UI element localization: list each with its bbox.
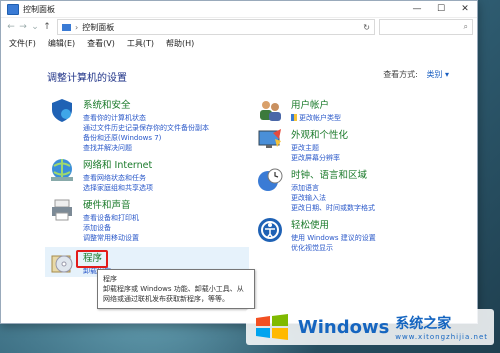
control-panel-small-icon	[62, 23, 71, 31]
category-system-security: 系统和安全 查看你的计算机状态 通过文件历史记录保存你的文件备份副本 备份和还原…	[49, 97, 209, 153]
link-view-computer-status[interactable]: 查看你的计算机状态	[83, 113, 209, 123]
watermark-url: www.xitongzhijia.net	[395, 333, 488, 341]
link-devices-printers[interactable]: 查看设备和打印机	[83, 213, 139, 223]
watermark-badge: Windows 系统之家 www.xitongzhijia.net	[245, 309, 494, 345]
link-file-history[interactable]: 通过文件历史记录保存你的文件备份副本	[83, 123, 209, 133]
category-title[interactable]: 用户帐户	[291, 97, 341, 111]
menu-bar: 文件(F) 编辑(E) 查看(V) 工具(T) 帮助(H)	[1, 36, 477, 50]
printer-icon	[52, 199, 72, 221]
close-button[interactable]: ✕	[453, 1, 477, 17]
link-troubleshoot[interactable]: 查找并解决问题	[83, 143, 209, 153]
link-backup-restore[interactable]: 备份和还原(Windows 7)	[83, 133, 209, 143]
control-panel-icon	[7, 3, 19, 15]
programs-tooltip: 程序 卸载程序或 Windows 功能、卸载小工具、从网络或通过联机发布获取新程…	[97, 269, 255, 309]
link-change-account-type[interactable]: 更改帐户类型	[291, 113, 341, 123]
menu-file[interactable]: 文件(F)	[9, 38, 36, 49]
view-by-control: 查看方式: 类别 ▾	[383, 69, 449, 80]
link-mobility-settings[interactable]: 调整常用移动设置	[83, 233, 139, 243]
link-change-theme[interactable]: 更改主题	[291, 143, 348, 153]
shield-icon	[52, 99, 72, 122]
programs-disc-icon	[51, 255, 73, 273]
tooltip-body: 卸载程序或 Windows 功能、卸载小工具、从网络或通过联机发布获取新程序，等…	[103, 285, 244, 303]
tooltip-title: 程序	[103, 275, 117, 283]
search-icon[interactable]: ⌕	[464, 22, 468, 32]
link-add-device[interactable]: 添加设备	[83, 223, 139, 233]
watermark-site-name: 系统之家	[395, 316, 452, 332]
refresh-icon[interactable]: ↻	[363, 23, 370, 32]
address-bar: ← → ⌄ ↑ › 控制面板 ↻ ⌕	[1, 17, 477, 36]
address-field[interactable]: › 控制面板 ↻	[57, 19, 375, 35]
title-bar: 控制面板 — ☐ ✕	[1, 1, 477, 17]
category-network-internet: 网络和 Internet 查看网络状态和任务 选择家庭组和共享选项	[49, 157, 153, 193]
control-panel-window: 控制面板 — ☐ ✕ ← → ⌄ ↑ › 控制面板 ↻ ⌕ 文件(F) 编辑(E…	[0, 0, 478, 324]
breadcrumb-separator-icon: ›	[75, 22, 79, 32]
category-appearance: 外观和个性化 更改主题 更改屏幕分辨率	[257, 127, 348, 163]
control-panel-content: 调整计算机的设置 查看方式: 类别 ▾ 系统和安全 查看你的计算机状态 通过文件…	[1, 51, 477, 323]
category-ease-of-access: 轻松使用 使用 Windows 建议的设置 优化视觉显示	[257, 217, 376, 253]
breadcrumb-control-panel[interactable]: 控制面板	[82, 22, 114, 33]
window-title: 控制面板	[23, 4, 55, 14]
menu-edit[interactable]: 编辑(E)	[48, 38, 75, 49]
page-title: 调整计算机的设置	[47, 73, 127, 84]
menu-view[interactable]: 查看(V)	[87, 38, 115, 49]
view-by-dropdown[interactable]: 类别 ▾	[426, 70, 449, 79]
watermark-windows-text: Windows	[297, 316, 390, 338]
link-screen-resolution[interactable]: 更改屏幕分辨率	[291, 153, 348, 163]
category-user-accounts: 用户帐户 更改帐户类型	[257, 97, 341, 123]
clock-globe-icon	[258, 168, 283, 191]
recent-locations-chevron-icon[interactable]: ⌄	[29, 22, 41, 32]
view-by-label: 查看方式:	[383, 70, 418, 79]
category-title[interactable]: 时钟、语言和区域	[291, 167, 375, 181]
up-arrow-icon[interactable]: ↑	[41, 22, 53, 32]
ease-of-access-icon	[258, 218, 282, 242]
menu-tools[interactable]: 工具(T)	[127, 38, 154, 49]
link-network-status[interactable]: 查看网络状态和任务	[83, 173, 153, 183]
link-add-language[interactable]: 添加语言	[291, 183, 375, 193]
category-hardware-sound: 硬件和声音 查看设备和打印机 添加设备 调整常用移动设置	[49, 197, 139, 243]
category-title[interactable]: 轻松使用	[291, 217, 376, 231]
red-annotation-box	[76, 250, 108, 268]
link-recommended-settings[interactable]: 使用 Windows 建议的设置	[291, 233, 376, 243]
back-arrow-icon[interactable]: ←	[5, 22, 17, 32]
windows-logo-icon	[255, 314, 288, 340]
category-clock-language-region: 时钟、语言和区域 添加语言 更改输入法 更改日期、时间或数字格式	[257, 167, 375, 213]
category-title[interactable]: 网络和 Internet	[83, 157, 153, 171]
forward-arrow-icon[interactable]: →	[17, 22, 29, 32]
link-change-input-method[interactable]: 更改输入法	[291, 193, 375, 203]
menu-help[interactable]: 帮助(H)	[166, 38, 194, 49]
link-optimize-visual-display[interactable]: 优化视觉显示	[291, 243, 376, 253]
category-title[interactable]: 硬件和声音	[83, 197, 139, 211]
category-title[interactable]: 系统和安全	[83, 97, 209, 111]
paint-monitor-icon	[258, 129, 281, 148]
window-buttons: — ☐ ✕	[405, 1, 477, 17]
link-homegroup-sharing[interactable]: 选择家庭组和共享选项	[83, 183, 153, 193]
users-icon	[260, 101, 281, 121]
category-title[interactable]: 外观和个性化	[291, 127, 348, 141]
link-date-time-format[interactable]: 更改日期、时间或数字格式	[291, 203, 375, 213]
network-globe-icon	[51, 159, 73, 181]
minimize-button[interactable]: —	[405, 1, 429, 17]
search-box[interactable]: ⌕	[379, 19, 473, 35]
maximize-button[interactable]: ☐	[429, 1, 453, 17]
